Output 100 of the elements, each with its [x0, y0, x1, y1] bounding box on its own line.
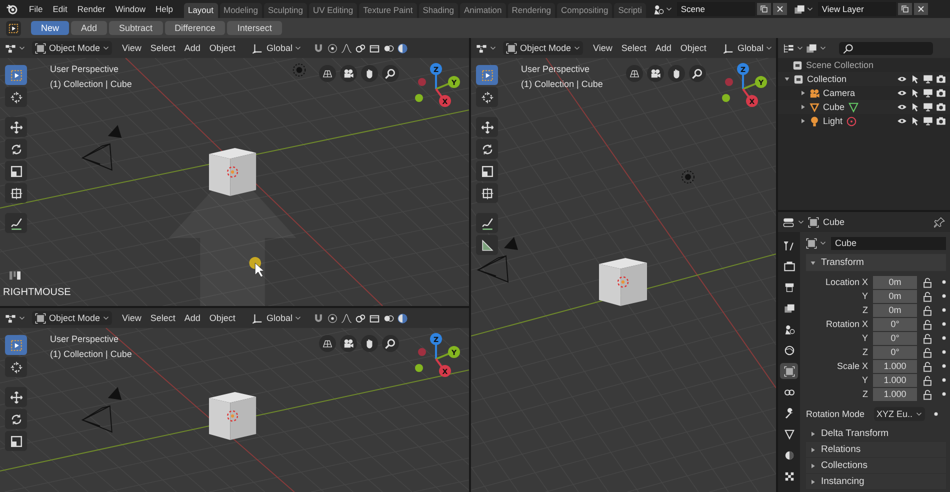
- menu-item[interactable]: Edit: [48, 4, 72, 14]
- editor-type-icon[interactable]: [5, 42, 16, 54]
- workspace-tab[interactable]: Texture Paint: [359, 3, 417, 18]
- outliner-icon[interactable]: [783, 42, 794, 54]
- editor-type-icon[interactable]: [5, 312, 16, 324]
- keyframe-dot-icon[interactable]: [942, 308, 946, 312]
- menu-item[interactable]: Object: [206, 43, 238, 53]
- rotation-mode-dropdown[interactable]: XYZ Eu..: [874, 407, 925, 421]
- cursor-tool[interactable]: [5, 87, 27, 107]
- workspace-tab[interactable]: Scripti: [614, 3, 646, 18]
- tree-item[interactable]: Camera: [823, 88, 856, 98]
- copy-button[interactable]: [756, 3, 771, 15]
- magnet-icon[interactable]: [313, 312, 324, 324]
- disclosure-triangle-icon[interactable]: [800, 104, 806, 110]
- camera-icon[interactable]: [936, 102, 946, 112]
- transform-tool[interactable]: [476, 183, 498, 203]
- menu-item[interactable]: View: [119, 313, 144, 323]
- caret-icon[interactable]: [666, 6, 672, 12]
- measure-tool[interactable]: [476, 235, 498, 255]
- menu-item[interactable]: Select: [147, 313, 178, 323]
- annotate-tool[interactable]: [476, 213, 498, 233]
- monitor-icon[interactable]: [923, 116, 933, 126]
- caret-icon[interactable]: [797, 45, 803, 51]
- tree-item[interactable]: Scene Collection: [806, 60, 874, 70]
- keyframe-dot-icon[interactable]: [942, 336, 946, 340]
- cursor-tool[interactable]: [476, 87, 498, 107]
- tree-item[interactable]: Cube: [823, 102, 845, 112]
- scale-tool[interactable]: [5, 161, 27, 181]
- lock-icon[interactable]: [922, 290, 933, 302]
- menu-item[interactable]: File: [24, 4, 48, 14]
- disclosure-triangle-icon[interactable]: [800, 90, 806, 96]
- menu-item[interactable]: Object: [677, 43, 710, 53]
- caret-icon[interactable]: [820, 240, 826, 246]
- link-icon[interactable]: [355, 42, 366, 54]
- ring-icon[interactable]: [846, 116, 857, 126]
- search-field[interactable]: [839, 42, 933, 54]
- menu-item[interactable]: Select: [147, 43, 178, 53]
- cursor-tool[interactable]: [5, 357, 27, 377]
- number-field[interactable]: 0m: [873, 290, 917, 302]
- object-tab[interactable]: [780, 363, 798, 379]
- mode-dropdown[interactable]: Object Mode: [503, 41, 584, 55]
- workspace-tab[interactable]: Modeling: [220, 3, 262, 18]
- mode-dropdown[interactable]: Object Mode: [32, 41, 112, 55]
- workspace-tab[interactable]: Animation: [460, 3, 506, 18]
- move-tool[interactable]: [5, 117, 27, 137]
- expand-arrow-icon[interactable]: [810, 478, 816, 484]
- keyframe-dot-icon[interactable]: [942, 378, 946, 382]
- number-field[interactable]: 0°: [873, 346, 917, 358]
- close-button[interactable]: [772, 3, 787, 15]
- camera-icon[interactable]: [936, 74, 946, 84]
- mode-button[interactable]: Difference: [164, 21, 226, 35]
- mode-button[interactable]: New: [31, 21, 70, 35]
- panel-title[interactable]: Delta Transform: [821, 428, 889, 439]
- display-mode-icon[interactable]: [806, 42, 817, 54]
- menu-item[interactable]: View: [119, 43, 144, 53]
- move-tool[interactable]: [476, 117, 498, 137]
- lock-icon[interactable]: [922, 360, 933, 372]
- mode-dropdown[interactable]: Object Mode: [32, 311, 112, 325]
- move-tool[interactable]: [5, 387, 27, 407]
- number-field[interactable]: 0m: [873, 304, 917, 316]
- camera-icon[interactable]: [936, 88, 946, 98]
- menu-item[interactable]: Add: [181, 313, 204, 323]
- transform-tool[interactable]: [5, 183, 27, 203]
- caret-icon[interactable]: [19, 45, 25, 51]
- magnet-icon[interactable]: [313, 42, 324, 54]
- lock-icon[interactable]: [922, 276, 933, 288]
- number-field[interactable]: 1.000: [873, 388, 917, 400]
- select-box-tool[interactable]: [5, 335, 27, 355]
- copy-button[interactable]: [898, 3, 912, 15]
- mode-button[interactable]: Subtract: [109, 21, 163, 35]
- rotate-tool[interactable]: [476, 139, 498, 159]
- number-field[interactable]: 0°: [873, 332, 917, 344]
- caret-icon[interactable]: [19, 315, 25, 321]
- menu-item[interactable]: Render: [72, 4, 110, 14]
- shading-icon[interactable]: [397, 42, 408, 54]
- lock-icon[interactable]: [922, 332, 933, 344]
- falloff-curve-icon[interactable]: [341, 312, 352, 324]
- keyframe-dot-icon[interactable]: [934, 412, 938, 416]
- lock-icon[interactable]: [922, 318, 933, 330]
- caret-icon[interactable]: [490, 45, 496, 51]
- number-field[interactable]: 0m: [873, 276, 917, 288]
- menu-item[interactable]: Object: [206, 313, 238, 323]
- menu-item[interactable]: Add: [181, 43, 204, 53]
- number-field[interactable]: 1.000: [873, 374, 917, 386]
- expand-arrow-icon[interactable]: [784, 76, 790, 82]
- active-tool-button[interactable]: [6, 20, 21, 36]
- select-box-tool[interactable]: [476, 65, 498, 85]
- view-layer-field[interactable]: View Layer: [818, 2, 896, 16]
- workspace-tab[interactable]: Shading: [418, 3, 458, 18]
- workspace-tab[interactable]: Layout: [184, 3, 218, 18]
- expand-arrow-icon[interactable]: [810, 260, 816, 266]
- link-icon[interactable]: [355, 312, 366, 324]
- rotate-tool[interactable]: [5, 139, 27, 159]
- scene-field[interactable]: Scene: [676, 2, 755, 16]
- falloff-curve-icon[interactable]: [341, 42, 352, 54]
- close-button[interactable]: [914, 3, 928, 15]
- menu-item[interactable]: Add: [652, 43, 674, 53]
- workspace-tab[interactable]: Sculpting: [264, 3, 307, 18]
- view-layer-icon[interactable]: [794, 4, 805, 14]
- orientation-dropdown[interactable]: Global: [720, 41, 776, 55]
